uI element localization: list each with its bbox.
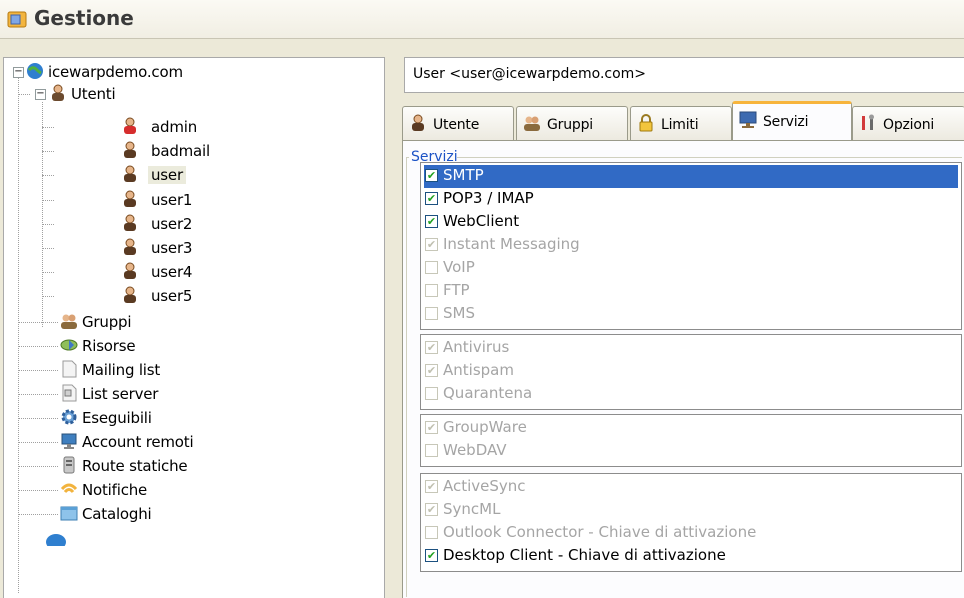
services-box-sync: ✔ ActiveSync ✔ SyncML Outlook Connector … — [420, 473, 962, 572]
route-icon — [60, 456, 78, 474]
checkbox-desktop-client[interactable]: ✔ — [425, 549, 438, 562]
service-quarantena: Quarantena — [424, 383, 958, 406]
tree-node-user-badmail[interactable]: badmail — [121, 140, 321, 162]
lock-icon — [637, 114, 655, 132]
tree-node-cataloghi[interactable]: Cataloghi — [60, 503, 280, 525]
services-box-groupware: ✔ GroupWare WebDAV — [420, 414, 962, 467]
collapse-utenti-icon[interactable]: − — [35, 89, 46, 100]
group-icon — [523, 114, 541, 132]
services-box-mail: ✔ SMTP ✔ POP3 / IMAP ✔ WebClient ✔ Insta… — [420, 162, 962, 330]
user-icon — [121, 141, 139, 159]
checkbox-antivirus: ✔ — [425, 341, 438, 354]
group-icon — [60, 312, 78, 330]
account-detail-panel: User <user@icewarpdemo.com> Utente Grupp… — [395, 44, 964, 598]
service-smtp[interactable]: ✔ SMTP — [424, 165, 958, 188]
service-antispam: ✔ Antispam — [425, 361, 514, 379]
list-server-icon — [60, 384, 78, 402]
checkbox-outlook-connector — [425, 526, 438, 539]
domain-tree[interactable]: − icewarpdemo.com − Utenti admin badmail — [3, 57, 385, 598]
monitor-icon — [739, 111, 757, 129]
tree-node-user-user5[interactable]: user5 — [121, 285, 321, 307]
tree-node-list-server[interactable]: List server — [60, 383, 280, 405]
checkbox-antispam: ✔ — [425, 364, 438, 377]
tree-node-account-remoti[interactable]: Account remoti — [60, 431, 300, 453]
tree-node-user-admin[interactable]: admin — [121, 116, 321, 138]
remote-computer-icon — [60, 432, 78, 450]
gear-icon — [60, 408, 78, 426]
resource-icon — [60, 336, 78, 354]
tree-node-gruppi[interactable]: Gruppi — [60, 311, 260, 333]
document-icon — [60, 360, 78, 378]
admin-user-icon — [121, 117, 139, 135]
collapse-root-icon[interactable]: − — [13, 67, 24, 78]
selected-user-label: user — [148, 166, 186, 184]
checkbox-groupware: ✔ — [425, 421, 438, 434]
service-syncml: ✔ SyncML — [425, 500, 501, 518]
checkbox-voip — [425, 261, 438, 274]
globe-icon — [44, 528, 66, 550]
service-ftp: FTP — [424, 280, 958, 303]
tree-node-user-user1[interactable]: user1 — [121, 189, 321, 211]
service-pop3-imap[interactable]: ✔ POP3 / IMAP — [424, 188, 958, 211]
user-icon — [121, 238, 139, 256]
service-outlook-connector: Outlook Connector - Chiave di attivazion… — [424, 522, 958, 545]
checkbox-webclient[interactable]: ✔ — [425, 215, 438, 228]
tab-opzioni[interactable]: Opzioni — [852, 106, 964, 141]
tree-node-risorse[interactable]: Risorse — [60, 335, 260, 357]
tree-node-user-user[interactable]: user — [121, 164, 321, 186]
tree-node-notifiche[interactable]: Notifiche — [60, 479, 280, 501]
tree-node-eseguibili[interactable]: Eseguibili — [60, 407, 280, 429]
window-title: Gestione — [34, 6, 134, 30]
user-icon — [121, 262, 139, 280]
checkbox-activesync: ✔ — [425, 480, 438, 493]
account-header: User <user@icewarpdemo.com> — [404, 57, 964, 93]
tab-gruppi[interactable]: Gruppi — [516, 106, 628, 141]
services-box-security: ✔ Antivirus ✔ Antispam Quarantena — [420, 334, 962, 410]
tree-node-user-user3[interactable]: user3 — [121, 237, 321, 259]
tab-servizi[interactable]: Servizi — [732, 101, 852, 144]
users-folder-icon — [49, 84, 67, 102]
tab-limiti[interactable]: Limiti — [630, 106, 732, 141]
user-icon — [121, 286, 139, 304]
services-tab-page: Servizi ✔ SMTP ✔ POP3 / IMAP ✔ WebClient… — [402, 140, 964, 598]
checkbox-pop3-imap[interactable]: ✔ — [425, 192, 438, 205]
checkbox-instant-messaging: ✔ — [425, 238, 438, 251]
checkbox-webdav — [425, 444, 438, 457]
tree-node-user-user4[interactable]: user4 — [121, 261, 321, 283]
tree-node-user-user2[interactable]: user2 — [121, 213, 321, 235]
window-title-bar: Gestione — [0, 0, 964, 39]
service-activesync: ✔ ActiveSync — [425, 477, 526, 495]
service-webclient[interactable]: ✔ WebClient — [424, 211, 958, 234]
service-sms: SMS — [424, 303, 958, 326]
service-webdav: WebDAV — [424, 440, 958, 463]
tree-node-mailing-list[interactable]: Mailing list — [60, 359, 280, 381]
management-icon — [7, 9, 27, 29]
checkbox-ftp — [425, 284, 438, 297]
tree-node-utenti[interactable]: Utenti — [49, 83, 249, 105]
tools-icon — [859, 114, 877, 132]
checkbox-quarantena — [425, 387, 438, 400]
tree-node-route-statiche[interactable]: Route statiche — [60, 455, 300, 477]
checkbox-sms — [425, 307, 438, 320]
checkbox-smtp[interactable]: ✔ — [425, 169, 438, 182]
user-icon — [121, 190, 139, 208]
service-groupware: ✔ GroupWare — [425, 418, 527, 436]
tree-node-domain[interactable]: icewarpdemo.com — [26, 61, 276, 83]
checkbox-syncml: ✔ — [425, 503, 438, 516]
catalog-icon — [60, 504, 78, 522]
service-desktop-client[interactable]: ✔ Desktop Client - Chiave di attivazione — [424, 545, 958, 568]
user-icon — [121, 214, 139, 232]
service-voip: VoIP — [424, 257, 958, 280]
user-icon — [409, 114, 427, 132]
service-antivirus: ✔ Antivirus — [425, 338, 510, 356]
notification-icon — [60, 480, 78, 498]
globe-icon — [26, 62, 44, 80]
tab-utente[interactable]: Utente — [402, 106, 514, 141]
account-address: User <user@icewarpdemo.com> — [413, 66, 647, 82]
service-instant-messaging: ✔ Instant Messaging — [425, 235, 580, 253]
user-icon — [121, 165, 139, 183]
